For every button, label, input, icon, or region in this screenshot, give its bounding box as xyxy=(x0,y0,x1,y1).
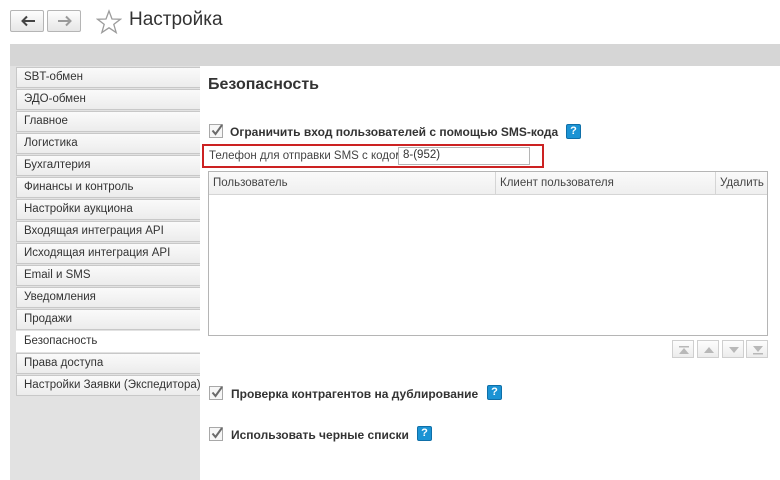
tab-email-sms[interactable]: Email и SMS xyxy=(16,265,200,286)
sms-restrict-checkbox[interactable] xyxy=(209,124,223,138)
tab-security[interactable]: Безопасность xyxy=(16,331,200,352)
blacklists-label: Использовать черные списки xyxy=(231,428,409,442)
back-arrow-icon xyxy=(21,15,35,27)
dup-check-checkbox[interactable] xyxy=(209,386,223,400)
tab-accounting[interactable]: Бухгалтерия xyxy=(16,155,200,176)
star-icon[interactable] xyxy=(96,9,122,35)
tab-request-settings[interactable]: Настройки Заявки (Экспедитора) xyxy=(16,375,200,396)
tab-outgoing-api[interactable]: Исходящая интеграция API xyxy=(16,243,200,264)
phone-input[interactable]: 8-(952) xyxy=(398,147,530,165)
help-icon[interactable]: ? xyxy=(487,385,502,400)
tab-logistics[interactable]: Логистика xyxy=(16,133,200,154)
move-down-icon xyxy=(729,347,739,353)
move-up-button[interactable] xyxy=(697,340,719,358)
table-header: Пользователь Клиент пользователя Удалить xyxy=(209,172,767,195)
tab-sbt-exchange[interactable]: SBT-обмен xyxy=(16,67,200,88)
move-first-button[interactable] xyxy=(672,340,694,358)
help-icon[interactable]: ? xyxy=(566,124,581,139)
phone-label: Телефон для отправки SMS с кодом: xyxy=(209,150,407,162)
tab-incoming-api[interactable]: Входящая интеграция API xyxy=(16,221,200,242)
back-button[interactable] xyxy=(10,10,44,32)
tab-auction-settings[interactable]: Настройки аукциона xyxy=(16,199,200,220)
move-down-button[interactable] xyxy=(722,340,744,358)
forward-button[interactable] xyxy=(47,10,81,32)
move-first-icon xyxy=(679,346,689,354)
section-title: Безопасность xyxy=(208,76,319,93)
sidebar-tabs: SBT-обмен ЭДО-обмен Главное Логистика Бу… xyxy=(16,67,200,397)
checkmark-icon xyxy=(211,427,223,439)
move-last-button[interactable] xyxy=(746,340,768,358)
tab-access-rights[interactable]: Права доступа xyxy=(16,353,200,374)
move-last-icon xyxy=(753,346,763,355)
tab-finance-control[interactable]: Финансы и контроль xyxy=(16,177,200,198)
checkmark-icon xyxy=(211,386,223,398)
checkmark-icon xyxy=(211,124,223,136)
forward-arrow-icon xyxy=(58,15,72,27)
tab-sales[interactable]: Продажи xyxy=(16,309,200,330)
dup-check-label: Проверка контрагентов на дублирование xyxy=(231,387,479,401)
column-delete[interactable]: Удалить xyxy=(716,172,767,194)
command-bar xyxy=(10,44,780,66)
tab-main[interactable]: Главное xyxy=(16,111,200,132)
help-icon[interactable]: ? xyxy=(417,426,432,441)
column-user-client[interactable]: Клиент пользователя xyxy=(496,172,716,194)
tab-edo-exchange[interactable]: ЭДО-обмен xyxy=(16,89,200,110)
blacklists-checkbox[interactable] xyxy=(209,427,223,441)
sms-restrict-label: Ограничить вход пользователей с помощью … xyxy=(230,125,559,139)
users-table: Пользователь Клиент пользователя Удалить xyxy=(208,171,768,336)
move-up-icon xyxy=(704,347,714,353)
column-user[interactable]: Пользователь xyxy=(209,172,496,194)
page-title: Настройка xyxy=(129,9,223,30)
tab-notifications[interactable]: Уведомления xyxy=(16,287,200,308)
